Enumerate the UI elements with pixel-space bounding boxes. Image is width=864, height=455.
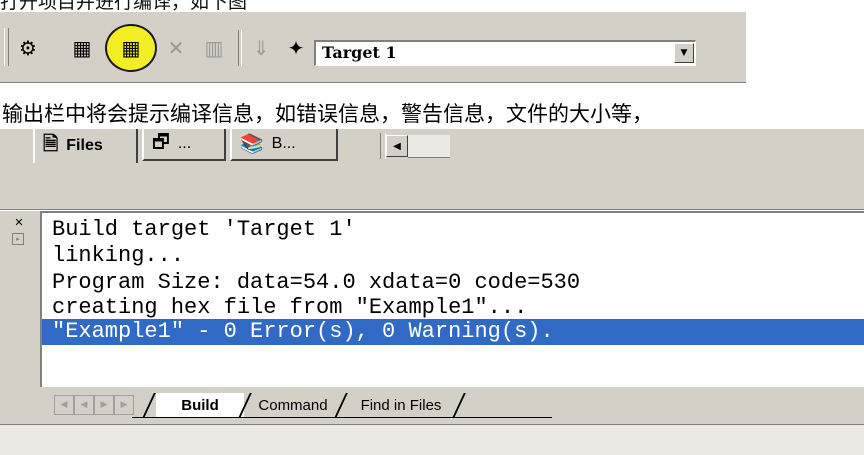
pin-icon: ▸: [16, 235, 20, 243]
output-line: linking...: [52, 243, 185, 268]
tab-next-button[interactable]: ▶: [94, 395, 114, 415]
output-line: creating hex file from "Example1"...: [52, 295, 528, 320]
caption-text: 输出栏中将会提示编译信息，如错误信息，警告信息，文件的大小等，: [2, 102, 653, 126]
output-line: Build target 'Target 1': [52, 217, 356, 242]
tab-functions[interactable]: 🗗 ...: [142, 129, 226, 161]
build-target-button[interactable]: ▦: [68, 34, 96, 62]
tab-books[interactable]: 📚 B...: [230, 129, 338, 161]
tab-command[interactable]: Command: [246, 393, 340, 417]
output-window: ✕ ▸ Build target 'Target 1' linking... P…: [0, 211, 864, 455]
project-tabs-area: 🗎 Files 🗗 ... 📚 B... ◀: [0, 129, 864, 211]
target-select[interactable]: Target 1 ▼: [314, 40, 696, 66]
last-icon: ▶: [120, 400, 128, 410]
windows-icon: 🗗: [152, 132, 170, 153]
prev-icon: ◀: [80, 400, 88, 410]
tab-files[interactable]: 🗎 Files: [33, 129, 138, 163]
chevron-down-icon: ▼: [680, 48, 688, 58]
rebuild-all-icon: ▦: [121, 36, 141, 60]
toolbar-grip[interactable]: [4, 28, 9, 66]
download-disabled-icon: ⇓: [252, 36, 270, 60]
stop-build-icon: ✕: [167, 36, 185, 60]
build-toolbar: ⚙ ▦ ▦ ✕ ▥ ⇓ ✦ Target 1 ▼: [0, 12, 746, 84]
download-button[interactable]: ⇓: [247, 34, 275, 62]
tab-functions-label: ...: [177, 135, 192, 152]
tab-first-button[interactable]: ◀: [54, 395, 74, 415]
tab-prev-button[interactable]: ◀: [74, 395, 94, 415]
output-tabs-bar: ◀ ◀ ▶ ▶ Build Command Find in Files: [40, 387, 864, 421]
pin-button[interactable]: ▸: [12, 233, 24, 245]
translate-button[interactable]: ⚙: [14, 34, 42, 62]
file-icon: 🗎: [43, 134, 59, 155]
arrow-left-icon: ◀: [393, 140, 401, 152]
translate-icon: ⚙: [19, 36, 37, 60]
flash-button[interactable]: ▥: [200, 34, 228, 62]
tabs-scrollbar: ◀: [380, 129, 452, 159]
tab-books-label: B...: [271, 135, 296, 152]
flash-disabled-icon: ▥: [204, 36, 224, 60]
tab-edge: [142, 393, 156, 418]
toolbar-separator: [238, 30, 242, 66]
dropdown-arrow-button[interactable]: ▼: [674, 43, 694, 63]
close-icon: ✕: [14, 216, 24, 229]
tab-last-button[interactable]: ▶: [114, 395, 134, 415]
tab-files-label: Files: [66, 137, 103, 154]
build-target-icon: ▦: [72, 36, 92, 60]
stop-build-button[interactable]: ✕: [162, 34, 190, 62]
build-output-text[interactable]: Build target 'Target 1' linking... Progr…: [40, 211, 864, 387]
toolbar-divider: [0, 82, 746, 84]
close-button[interactable]: ✕: [12, 217, 26, 229]
first-icon: ◀: [60, 400, 68, 410]
target-select-value: Target 1: [322, 43, 397, 62]
status-bar: [0, 424, 864, 455]
tab-build[interactable]: Build: [156, 393, 244, 417]
target-options-button[interactable]: ✦: [282, 34, 310, 62]
tab-find-in-files[interactable]: Find in Files: [342, 393, 460, 417]
books-icon: 📚: [240, 134, 264, 155]
next-icon: ▶: [100, 400, 108, 410]
rebuild-all-button[interactable]: ▦: [117, 34, 145, 62]
output-line: Program Size: data=54.0 xdata=0 code=530: [52, 270, 581, 295]
tabs-baseline: [132, 417, 552, 418]
output-side-controls: ✕ ▸: [12, 211, 26, 391]
output-line-selected[interactable]: "Example1" - 0 Error(s), 0 Warning(s).: [42, 319, 864, 345]
target-options-icon: ✦: [287, 36, 305, 60]
scroll-left-button[interactable]: ◀: [386, 135, 408, 157]
scroll-track[interactable]: [408, 135, 450, 158]
